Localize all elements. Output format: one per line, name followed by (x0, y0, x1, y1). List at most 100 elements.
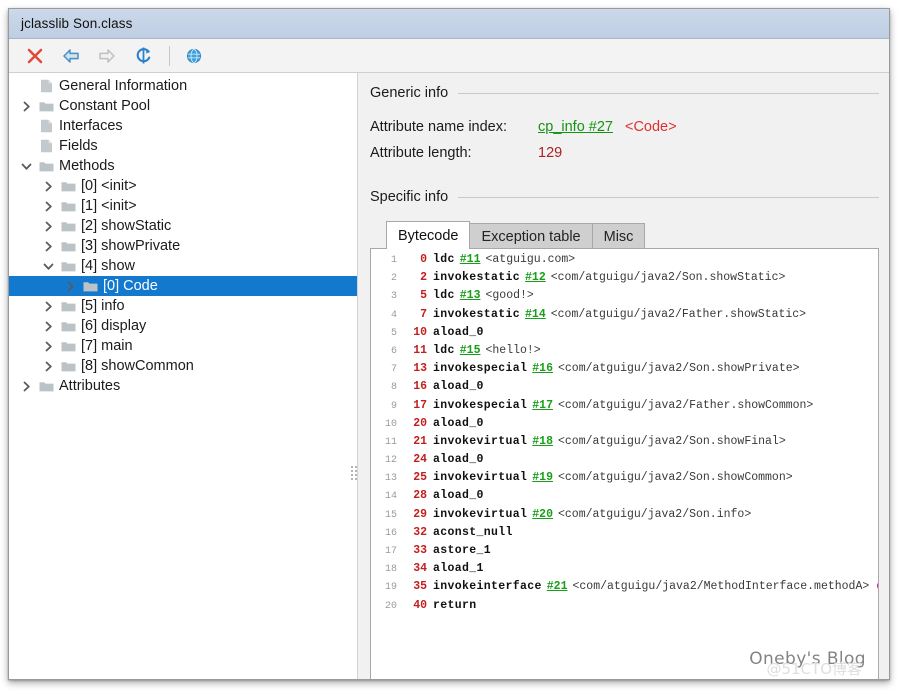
bytecode-line: 4 7 invokestatic #14 <com/atguigu/java2/Fath… (371, 308, 878, 326)
bytecode-mnemonic: invokestatic (433, 271, 521, 285)
chevron-down-icon[interactable] (17, 161, 35, 172)
attribute-length-value: 129 (538, 145, 563, 161)
bytecode-mnemonic: aload_0 (433, 416, 484, 430)
chevron-down-icon[interactable] (39, 261, 57, 272)
bytecode-line: 17 33 astore_1 (371, 544, 878, 562)
tree-item-interfaces[interactable]: Interfaces (9, 116, 357, 136)
cp-info-link[interactable]: cp_info #27 (538, 119, 613, 135)
toolbar (9, 39, 889, 73)
chevron-right-icon[interactable] (39, 241, 57, 252)
constant-pool-ref[interactable]: #20 (532, 508, 553, 521)
folder-icon (57, 240, 79, 253)
chevron-right-icon[interactable] (17, 381, 35, 392)
constant-pool-ref[interactable]: #16 (532, 362, 553, 375)
chevron-right-icon[interactable] (39, 201, 57, 212)
reload-icon[interactable] (127, 42, 159, 70)
chevron-right-icon[interactable] (39, 181, 57, 192)
tree-item-fields[interactable]: Fields (9, 136, 357, 156)
tree-item-4-show[interactable]: [4] show (9, 256, 357, 276)
splitter-handle[interactable] (350, 458, 357, 488)
bytecode-offset: 25 (413, 471, 427, 485)
forward-icon[interactable] (91, 42, 123, 70)
tree-item-7-main[interactable]: [7] main (9, 336, 357, 356)
chevron-right-icon[interactable] (17, 101, 35, 112)
constant-pool-ref[interactable]: #21 (547, 580, 568, 593)
line-number: 5 (390, 327, 397, 339)
constant-pool-ref[interactable]: #12 (525, 271, 546, 284)
chevron-right-icon[interactable] (39, 341, 57, 352)
bytecode-comment: <hello!> (485, 343, 541, 357)
tree-item-0-code[interactable]: [0] Code (9, 276, 357, 296)
bytecode-mnemonic: aload_0 (433, 489, 484, 503)
class-structure-tree[interactable]: General Information Constant Pool Interfac… (9, 73, 358, 679)
bytecode-offset: 35 (413, 580, 427, 594)
bytecode-line: 16 32 aconst_null (371, 526, 878, 544)
bytecode-line: 14 28 aload_0 (371, 489, 878, 507)
line-number: 20 (384, 600, 397, 612)
bytecode-mnemonic: invokevirtual (433, 507, 528, 521)
specific-info-header: Specific info (370, 189, 879, 205)
tree-item-5-info[interactable]: [5] info (9, 296, 357, 316)
chevron-right-icon[interactable] (61, 281, 79, 292)
close-icon[interactable] (19, 42, 51, 70)
tab-exception-table[interactable]: Exception table (469, 223, 593, 249)
chevron-right-icon[interactable] (39, 301, 57, 312)
line-number: 4 (390, 309, 397, 321)
chevron-right-icon[interactable] (39, 321, 57, 332)
window-title: jclasslib Son.class (21, 16, 133, 31)
constant-pool-ref[interactable]: #18 (532, 435, 553, 448)
folder-icon (57, 260, 79, 273)
folder-icon (35, 100, 57, 113)
chevron-right-icon[interactable] (39, 221, 57, 232)
tree-item-8-showcommon[interactable]: [8] showCommon (9, 356, 357, 376)
chevron-right-icon[interactable] (39, 361, 57, 372)
bytecode-line: 15 29 invokevirtual #20 <com/atguigu/java2/S… (371, 508, 878, 526)
bytecode-offset: 17 (413, 398, 427, 412)
tree-item-0-init[interactable]: [0] <init> (9, 176, 357, 196)
bytecode-comment: <good!> (485, 289, 534, 303)
bytecode-comment: <com/atguigu/java2/Son.showCommon> (557, 471, 793, 485)
bytecode-line: 19 35 invokeinterface #21 <com/atguigu/java2… (371, 580, 878, 598)
tree-item-3-showprivate[interactable]: [3] showPrivate (9, 236, 357, 256)
bytecode-offset: 11 (413, 343, 427, 357)
bytecode-mnemonic: invokevirtual (433, 471, 528, 485)
line-number: 7 (390, 364, 397, 376)
tree-item-constant-pool[interactable]: Constant Pool (9, 96, 357, 116)
specific-info-rule (458, 196, 879, 198)
back-icon[interactable] (55, 42, 87, 70)
constant-pool-ref[interactable]: #14 (525, 308, 546, 321)
tree-item-1-init[interactable]: [1] <init> (9, 196, 357, 216)
constant-pool-ref[interactable]: #15 (460, 344, 481, 357)
tree-item-general-information[interactable]: General Information (9, 76, 357, 96)
tree-item-2-showstatic[interactable]: [2] showStatic (9, 216, 357, 236)
main-body: General Information Constant Pool Interfac… (9, 73, 889, 679)
bytecode-line: 7 13 invokespecial #16 <com/atguigu/java2/So… (371, 362, 878, 380)
tree-item-6-display[interactable]: [6] display (9, 316, 357, 336)
bytecode-offset: 32 (413, 525, 427, 539)
line-number: 14 (384, 491, 397, 503)
constant-pool-ref[interactable]: #19 (532, 471, 553, 484)
bytecode-comment: <atguigu.com> (485, 253, 576, 266)
file-icon (35, 119, 57, 133)
bytecode-mnemonic: invokevirtual (433, 434, 528, 448)
tab-bytecode[interactable]: Bytecode (386, 221, 471, 249)
browse-icon[interactable] (178, 42, 210, 70)
attribute-name-index-label: Attribute name index: (370, 119, 508, 135)
line-number: 16 (384, 527, 397, 539)
bytecode-listing[interactable]: 1 0 ldc #11 <atguigu.com> 2 2 invokestatic #12 <c… (370, 248, 879, 679)
bytecode-line: 3 5 ldc #13 <good!> (371, 289, 878, 307)
tree-item-methods[interactable]: Methods (9, 156, 357, 176)
tree-item-attributes[interactable]: Attributes (9, 376, 357, 396)
attribute-name-value: <Code> (624, 119, 677, 135)
constant-pool-ref[interactable]: #17 (532, 399, 553, 412)
folder-icon (57, 180, 79, 193)
bytecode-offset: 13 (413, 362, 427, 376)
tab-misc[interactable]: Misc (591, 223, 646, 249)
bytecode-offset: 24 (413, 453, 427, 467)
constant-pool-ref[interactable]: #13 (460, 289, 481, 302)
bytecode-offset: 33 (413, 544, 427, 557)
tree-item-label: [0] Code (103, 278, 158, 294)
bytecode-comment: <com/atguigu/java2/Son.showFinal> (557, 434, 786, 448)
constant-pool-ref[interactable]: #11 (460, 253, 481, 266)
